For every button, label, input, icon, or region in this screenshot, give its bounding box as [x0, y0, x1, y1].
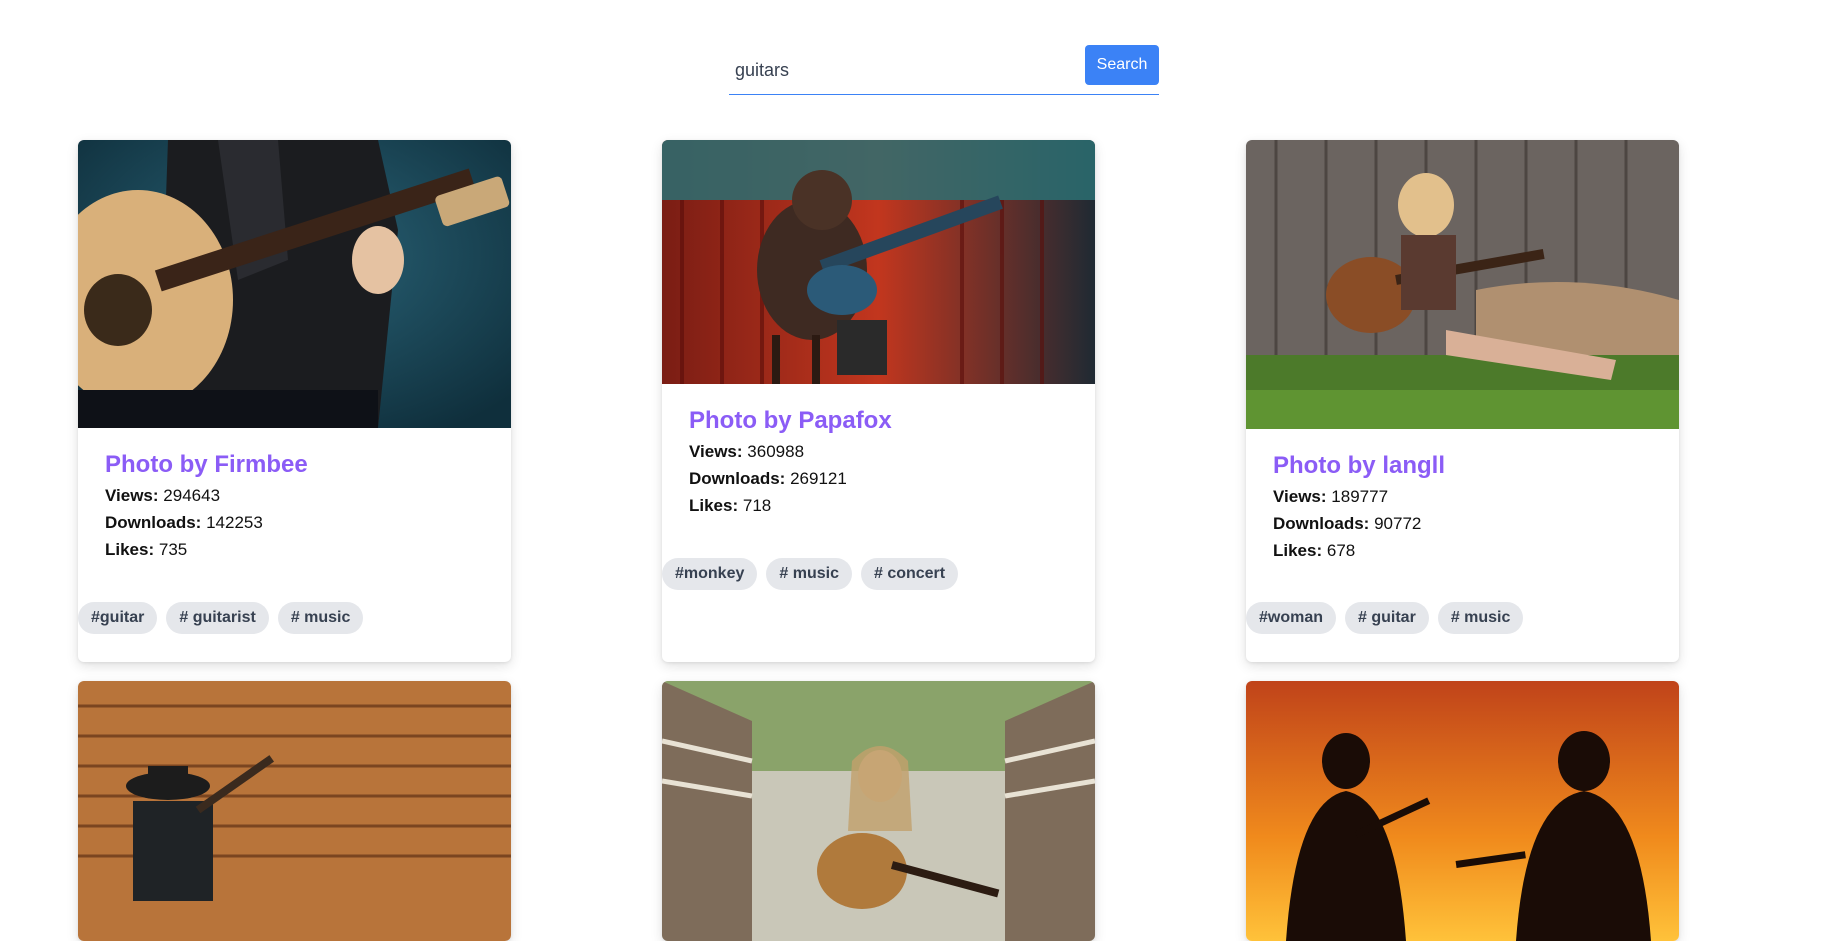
photo-card[interactable]: Photo by Firmbee Views: 294643 Downloads…: [78, 140, 511, 662]
tag-chip[interactable]: #woman: [1246, 602, 1337, 634]
photo-image[interactable]: [78, 140, 511, 428]
search-bar: Search: [729, 45, 1159, 95]
tag-chip[interactable]: # guitarist: [166, 602, 269, 634]
likes-stat: Likes: 718: [689, 496, 772, 515]
tag-chip[interactable]: # music: [766, 558, 852, 590]
photo-image[interactable]: [78, 681, 511, 941]
photo-card[interactable]: [78, 681, 511, 941]
views-stat: Views: 294643: [105, 486, 221, 505]
likes-stat: Likes: 678: [1273, 541, 1356, 560]
downloads-stat: Downloads: 90772: [1273, 514, 1422, 533]
photo-card[interactable]: [1246, 681, 1679, 941]
tag-chip[interactable]: # music: [1437, 602, 1524, 634]
search-button[interactable]: Search: [1085, 45, 1159, 85]
downloads-stat: Downloads: 142253: [105, 513, 263, 532]
views-stat: Views: 189777: [1273, 487, 1389, 506]
tag-chip[interactable]: # concert: [860, 558, 959, 590]
photo-image[interactable]: [1246, 681, 1679, 941]
photo-card[interactable]: [662, 681, 1095, 941]
downloads-stat: Downloads: 269121: [689, 469, 847, 488]
photo-card[interactable]: Photo by Papafox Views: 360988 Downloads…: [662, 140, 1095, 662]
tag-list: #woman # guitar # music: [1246, 602, 1524, 634]
tag-chip[interactable]: # music: [277, 602, 364, 634]
tag-chip[interactable]: #monkey: [662, 558, 758, 590]
photo-image[interactable]: [662, 681, 1095, 941]
photo-image[interactable]: [662, 140, 1095, 384]
card-title[interactable]: Photo by langll: [1273, 451, 1652, 481]
photo-image[interactable]: [1246, 140, 1679, 429]
likes-stat: Likes: 735: [105, 540, 188, 559]
tag-list: #monkey # music # concert: [662, 558, 959, 590]
card-title[interactable]: Photo by Firmbee: [105, 450, 484, 480]
tag-chip[interactable]: # guitar: [1345, 602, 1429, 634]
views-stat: Views: 360988: [689, 442, 805, 461]
tag-chip[interactable]: #guitar: [78, 602, 158, 634]
tag-list: #guitar # guitarist # music: [78, 602, 364, 634]
card-title[interactable]: Photo by Papafox: [689, 406, 1068, 436]
photo-card[interactable]: Photo by langll Views: 189777 Downloads:…: [1246, 140, 1679, 662]
